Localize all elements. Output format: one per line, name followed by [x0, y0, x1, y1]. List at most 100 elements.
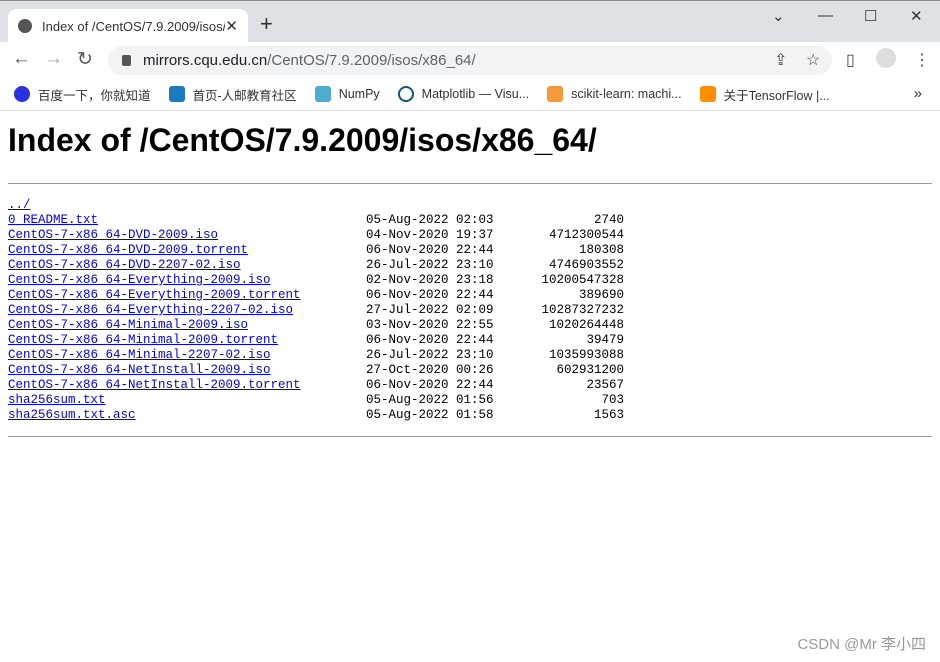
divider [8, 436, 932, 437]
bookmark-item[interactable]: 关于TensorFlow |... [699, 85, 830, 104]
side-panel-icon[interactable]: ▯ [846, 50, 855, 70]
more-bookmarks-icon[interactable]: » [914, 85, 922, 102]
share-icon[interactable]: ⇪ [774, 50, 787, 70]
file-link[interactable]: CentOS-7-x86_64-DVD-2009.iso [8, 228, 218, 243]
bookmark-item[interactable]: 百度一下，你就知道 [14, 85, 151, 104]
file-link[interactable]: CentOS-7-x86_64-Minimal-2009.torrent [8, 333, 278, 348]
file-date: 06-Nov-2020 22:44 [366, 243, 494, 257]
bookmark-label: NumPy [338, 87, 380, 101]
parent-directory-link[interactable]: ../ [8, 198, 31, 213]
file-date: 05-Aug-2022 02:03 [366, 213, 494, 227]
file-link[interactable]: CentOS-7-x86_64-Minimal-2009.iso [8, 318, 248, 333]
file-size: 1020264448 [548, 318, 624, 332]
file-date: 06-Nov-2020 22:44 [366, 378, 494, 392]
table-row: CentOS-7-x86_64-Minimal-2009.torrent 06-N… [8, 333, 628, 348]
lock-icon [122, 55, 131, 66]
table-row: CentOS-7-x86_64-Minimal-2009.iso 03-Nov-2… [8, 318, 628, 333]
minimize-button[interactable]: — [818, 7, 833, 24]
bookmark-label: 关于TensorFlow |... [723, 88, 830, 103]
bookmark-item[interactable]: scikit-learn: machi... [547, 86, 682, 102]
file-link[interactable]: CentOS-7-x86_64-DVD-2207-02.iso [8, 258, 241, 273]
file-size: 389690 [578, 288, 624, 302]
file-date: 26-Jul-2022 23:10 [366, 258, 494, 272]
file-date: 04-Nov-2020 19:37 [366, 228, 494, 242]
close-tab-icon[interactable]: ✕ [225, 17, 238, 35]
maximize-button[interactable]: ☐ [864, 7, 877, 25]
tab-active[interactable]: Index of /CentOS/7.9.2009/isos/x86_64/ ✕ [8, 9, 248, 43]
file-size: 39479 [586, 333, 624, 347]
file-link[interactable]: sha256sum.txt [8, 393, 106, 408]
table-row: CentOS-7-x86_64-Minimal-2207-02.iso 26-Ju… [8, 348, 628, 363]
file-link[interactable]: CentOS-7-x86_64-Everything-2009.torrent [8, 288, 301, 303]
file-date: 26-Jul-2022 23:10 [366, 348, 494, 362]
table-row: 0_README.txt 05-Aug-2022 02:03 2740 [8, 213, 628, 228]
bookmark-label: 首页-人邮教育社区 [192, 88, 297, 103]
file-date: 02-Nov-2020 23:18 [366, 273, 494, 287]
table-row: CentOS-7-x86_64-Everything-2207-02.iso 27… [8, 303, 628, 318]
file-link[interactable]: CentOS-7-x86_64-Minimal-2207-02.iso [8, 348, 271, 363]
file-date: 06-Nov-2020 22:44 [366, 333, 494, 347]
file-date: 05-Aug-2022 01:58 [366, 408, 494, 422]
file-size: 703 [601, 393, 624, 407]
close-window-button[interactable]: ✕ [910, 7, 923, 25]
profile-avatar[interactable] [876, 48, 896, 68]
file-link[interactable]: CentOS-7-x86_64-Everything-2207-02.iso [8, 303, 293, 318]
numpy-icon [314, 86, 331, 102]
sklearn-icon [547, 86, 564, 102]
new-tab-button[interactable]: + [260, 11, 273, 37]
file-size: 10200547328 [541, 273, 624, 287]
table-row: CentOS-7-x86_64-NetInstall-2009.iso 27-Oc… [8, 363, 628, 378]
file-size: 23567 [586, 378, 624, 392]
file-date: 05-Aug-2022 01:56 [366, 393, 494, 407]
table-row: CentOS-7-x86_64-DVD-2009.iso 04-Nov-2020 … [8, 228, 628, 243]
toolbar: ← → ↻ mirrors.cqu.edu.cn/CentOS/7.9.2009… [0, 42, 940, 78]
table-row: ../ [8, 198, 628, 213]
divider [8, 183, 932, 184]
file-date: 27-Oct-2020 00:26 [366, 363, 494, 377]
forward-button[interactable]: → [44, 48, 63, 70]
baidu-icon [14, 86, 30, 102]
table-row: CentOS-7-x86_64-DVD-2207-02.iso 26-Jul-20… [8, 258, 628, 273]
tab-title: Index of /CentOS/7.9.2009/isos/x86_64/ [42, 18, 225, 34]
file-link[interactable]: CentOS-7-x86_64-NetInstall-2009.iso [8, 363, 271, 378]
bookmark-item[interactable]: Matplotlib — Visu... [397, 86, 530, 102]
matplotlib-icon [397, 86, 414, 102]
table-row: CentOS-7-x86_64-Everything-2009.iso 02-No… [8, 273, 628, 288]
file-size: 180308 [578, 243, 624, 257]
watermark: CSDN @Mr 李小四 [797, 636, 926, 653]
star-icon[interactable]: ☆ [806, 50, 820, 70]
address-bar[interactable]: mirrors.cqu.edu.cn/CentOS/7.9.2009/isos/… [108, 46, 832, 75]
bookmark-label: 百度一下，你就知道 [38, 88, 151, 103]
file-link[interactable]: CentOS-7-x86_64-Everything-2009.iso [8, 273, 271, 288]
globe-icon [18, 19, 32, 33]
bookmark-item[interactable]: 首页-人邮教育社区 [168, 85, 297, 104]
file-size: 4712300544 [548, 228, 624, 242]
tab-bar: Index of /CentOS/7.9.2009/isos/x86_64/ ✕… [0, 0, 940, 43]
table-row: CentOS-7-x86_64-NetInstall-2009.torrent 0… [8, 378, 628, 393]
file-size: 602931200 [556, 363, 624, 377]
file-link[interactable]: sha256sum.txt.asc [8, 408, 136, 423]
table-row: sha256sum.txt.asc 05-Aug-2022 01:58 1563 [8, 408, 628, 423]
bookmark-label: scikit-learn: machi... [571, 87, 682, 101]
file-size: 1035993088 [548, 348, 624, 362]
url-path: /CentOS/7.9.2009/isos/x86_64/ [267, 52, 476, 69]
file-size: 4746903552 [548, 258, 624, 272]
ryjy-icon [168, 86, 185, 102]
tab-search-icon[interactable]: ⌄ [772, 7, 785, 25]
table-row: CentOS-7-x86_64-DVD-2009.torrent 06-Nov-2… [8, 243, 628, 258]
file-link[interactable]: 0_README.txt [8, 213, 98, 228]
bookmark-item[interactable]: NumPy [314, 86, 380, 102]
reload-button[interactable]: ↻ [77, 48, 93, 71]
file-link[interactable]: CentOS-7-x86_64-DVD-2009.torrent [8, 243, 248, 258]
bookmark-label: Matplotlib — Visu... [421, 87, 530, 101]
table-row: sha256sum.txt 05-Aug-2022 01:56 703 [8, 393, 628, 408]
file-size: 2740 [593, 213, 624, 227]
back-button[interactable]: ← [12, 48, 31, 70]
file-link[interactable]: CentOS-7-x86_64-NetInstall-2009.torrent [8, 378, 301, 393]
file-date: 06-Nov-2020 22:44 [366, 288, 494, 302]
page-title: Index of /CentOS/7.9.2009/isos/x86_64/ [8, 122, 597, 158]
bookmarks-bar: 百度一下，你就知道 首页-人邮教育社区 NumPy Matplotlib — V… [0, 78, 940, 111]
file-date: 03-Nov-2020 22:55 [366, 318, 494, 332]
menu-icon[interactable]: ⋮ [914, 50, 930, 70]
file-date: 27-Jul-2022 02:09 [366, 303, 494, 317]
